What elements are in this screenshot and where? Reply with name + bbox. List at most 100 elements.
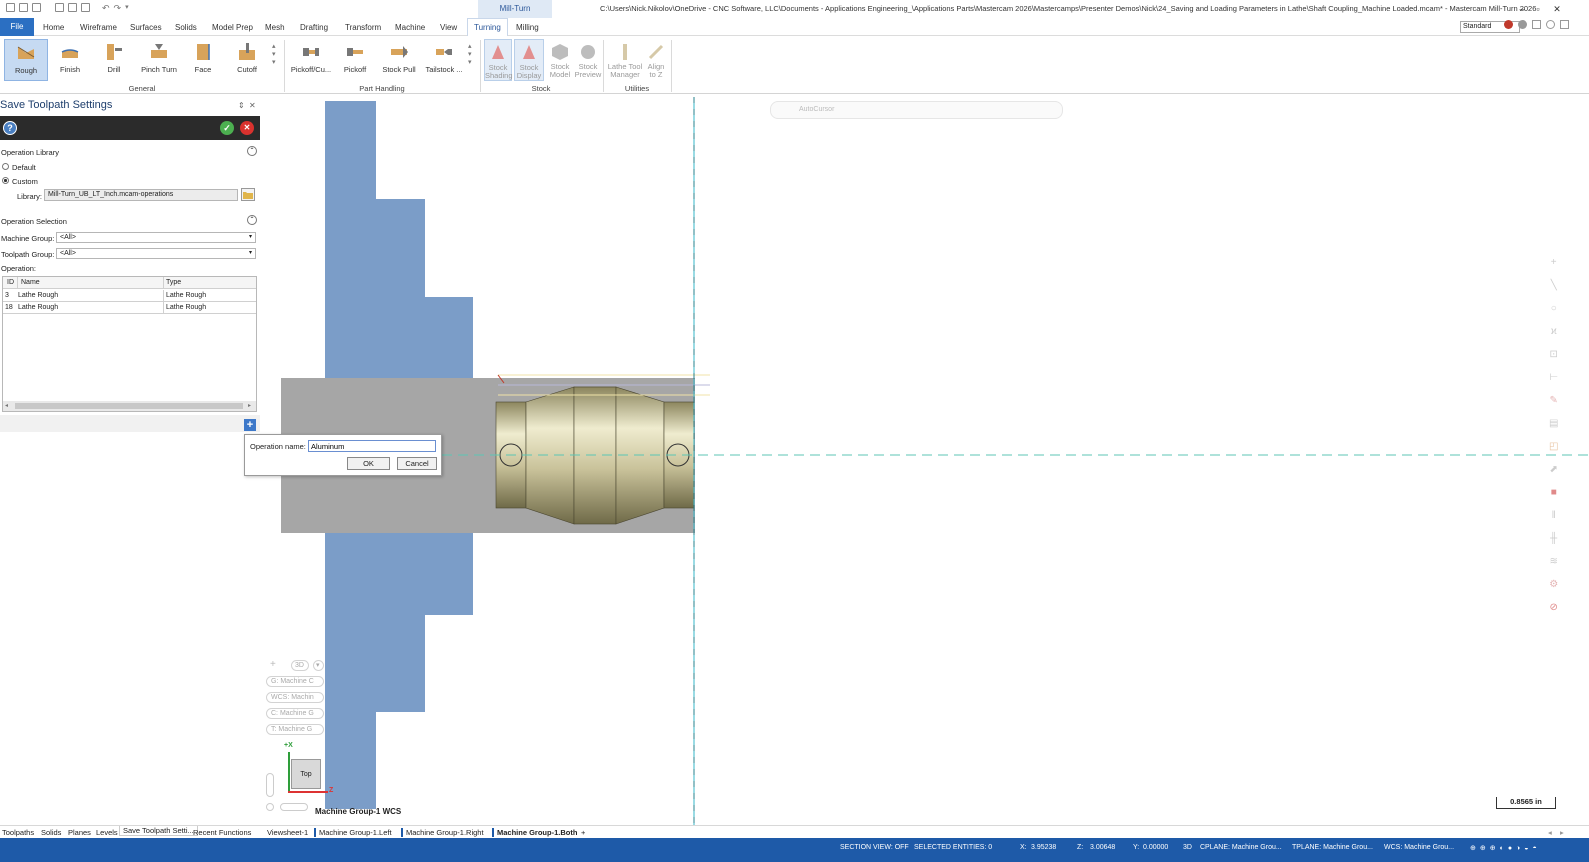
view-cube-top[interactable]: Top [291,759,321,789]
machine-group-select[interactable]: <All> ▾ [56,232,256,243]
toolpath-icon[interactable]: ◰ [1549,441,1558,452]
tab-levels[interactable]: Levels [96,828,118,837]
section-view-status[interactable]: SECTION VIEW: OFF [840,844,909,851]
g-control[interactable]: G: Machine C [266,676,324,687]
tab-machine[interactable]: Machine [395,23,425,32]
collapse-operation-library-icon[interactable]: ⌃ [247,146,257,156]
mode-status[interactable]: 3D [1183,844,1192,851]
close-window-button[interactable]: ✕ [1550,2,1564,16]
chart-icon[interactable]: ╫ [1550,533,1557,544]
tab-drafting[interactable]: Drafting [300,23,328,32]
wcs-status[interactable]: WCS: Machine Grou... [1384,844,1454,851]
notes-icon[interactable] [1532,20,1541,29]
stock-model-button[interactable]: Stock Model [546,39,574,81]
wcs-control[interactable]: WCS: Machin [266,692,324,703]
operation-name-input[interactable] [308,440,436,452]
stock-shading-button[interactable]: Stock Shading [484,39,513,81]
tab-machine-group-both[interactable]: Machine Group-1.Both [492,828,577,837]
add-viewsheet-button[interactable]: + [581,828,585,837]
table-row[interactable]: 3 Lathe Rough Lathe Rough [3,290,256,302]
tab-save-toolpath-settings[interactable]: Save Toolpath Setti... [119,826,198,836]
add-operation-button[interactable]: + [244,419,256,431]
ok-check-icon[interactable]: ✓ [220,121,234,135]
cancel-button[interactable]: Cancel [397,457,437,470]
minimize-button[interactable]: – [1515,2,1529,16]
autocursor-label[interactable]: AutoCursor [799,106,834,113]
graphics-viewport[interactable]: AutoCursor + ╲ ○ ϰ ⊡ ⊢ ✎ ▤ ◰ ⬈ ■ ‖ ╫ ≋ ⚙… [262,97,1589,825]
print-icon[interactable] [55,3,64,12]
tab-transform[interactable]: Transform [345,23,381,32]
tab-milling[interactable]: Milling [516,23,539,32]
save-as-icon[interactable] [68,3,77,12]
face-button[interactable]: Face [186,39,220,81]
help-circle-icon[interactable] [1504,20,1513,29]
pickoff-cutoff-button[interactable]: Pickoff/Cu... [290,39,332,81]
stock-preview-button[interactable]: Stock Preview [574,39,602,81]
tab-turning[interactable]: Turning [467,18,508,36]
stock-pull-button[interactable]: Stock Pull [380,39,418,81]
column-header-type[interactable]: Type [163,277,181,288]
line-icon[interactable]: ╲ [1551,280,1557,291]
scrollbar-thumb[interactable] [15,403,243,409]
vertical-pan-control[interactable] [266,773,274,797]
save-icon[interactable] [19,3,28,12]
scroll-right-icon[interactable]: ▸ [248,402,251,409]
default-radio[interactable] [2,163,9,170]
c-control[interactable]: C: Machine G [266,708,324,719]
t-control[interactable]: T: Machine G [266,724,324,735]
edit-icon[interactable]: ✎ [1550,395,1558,406]
tab-toolpaths[interactable]: Toolpaths [2,828,34,837]
mode-3d-control[interactable]: 3D [291,660,309,671]
align-to-z-button[interactable]: Align to Z [644,39,668,81]
help-icon[interactable]: ? [3,121,17,135]
redo-icon[interactable]: ↷ [114,3,122,14]
tab-scroll-left-icon[interactable]: ◂ [1548,828,1552,837]
open-icon[interactable] [32,3,41,12]
stock-display-button[interactable]: Stock Display [514,39,544,81]
tailstock-button[interactable]: Tailstock ... [424,39,464,81]
column-header-name[interactable]: Name [17,277,40,288]
rotate-control[interactable] [266,803,274,811]
tab-mesh[interactable]: Mesh [265,23,285,32]
tab-home[interactable]: Home [43,23,64,32]
tab-model-prep[interactable]: Model Prep [212,23,253,32]
cancel-x-icon[interactable]: ✕ [240,121,254,135]
tab-wireframe[interactable]: Wireframe [80,23,117,32]
circle-icon[interactable]: ○ [1551,303,1557,314]
dimension-icon[interactable]: ⊢ [1549,372,1558,383]
layers-icon[interactable]: ▤ [1549,418,1558,429]
horizontal-pan-control[interactable] [280,803,308,811]
restore-button[interactable]: ▫ [1531,2,1545,16]
stack-icon[interactable]: ≋ [1550,556,1558,567]
customize-qat-icon[interactable]: ▾ [125,3,129,14]
drill-button[interactable]: Drill [96,39,132,81]
add-view-control-icon[interactable]: + [266,660,286,671]
undo-icon[interactable]: ↶ [102,3,110,14]
select-icon[interactable]: ⬈ [1550,464,1558,475]
mode-chevron-icon[interactable]: ▾ [313,660,324,671]
general-scroll-icon[interactable]: ▴ ▾ ▾ [272,42,276,66]
autocursor-toolbar[interactable]: AutoCursor [770,101,1063,119]
ok-button[interactable]: OK [347,457,390,470]
expand-ribbon-icon[interactable] [1560,20,1569,29]
save-copy-icon[interactable] [81,3,90,12]
part-handling-scroll-icon[interactable]: ▴ ▾ ▾ [468,42,472,66]
browse-library-button[interactable] [241,188,255,201]
stop-icon[interactable]: ■ [1551,487,1557,498]
info-icon[interactable] [1546,20,1555,29]
account-icon[interactable] [1518,20,1527,29]
view-mode-icons[interactable]: ⊕⊕⊕◐●◑◒◓ [1470,844,1541,852]
tplane-status[interactable]: TPLANE: Machine Grou... [1292,844,1373,851]
pinch-turn-button[interactable]: Pinch Turn [138,39,180,81]
scroll-left-icon[interactable]: ◂ [5,402,8,409]
curve-icon[interactable]: ϰ [1551,326,1557,337]
tab-solids[interactable]: Solids [175,23,197,32]
camera-icon[interactable]: ⊡ [1550,349,1558,360]
tab-file[interactable]: File [0,18,34,36]
horizontal-scrollbar[interactable]: ◂ ▸ [3,401,256,411]
tab-machine-group-right[interactable]: Machine Group-1.Right [401,828,484,837]
tab-machine-group-left[interactable]: Machine Group-1.Left [314,828,392,837]
rough-button[interactable]: Rough [4,39,48,81]
table-row[interactable]: 18 Lathe Rough Lathe Rough [3,302,256,314]
pin-panel-icon[interactable]: ⇕ [238,101,245,110]
